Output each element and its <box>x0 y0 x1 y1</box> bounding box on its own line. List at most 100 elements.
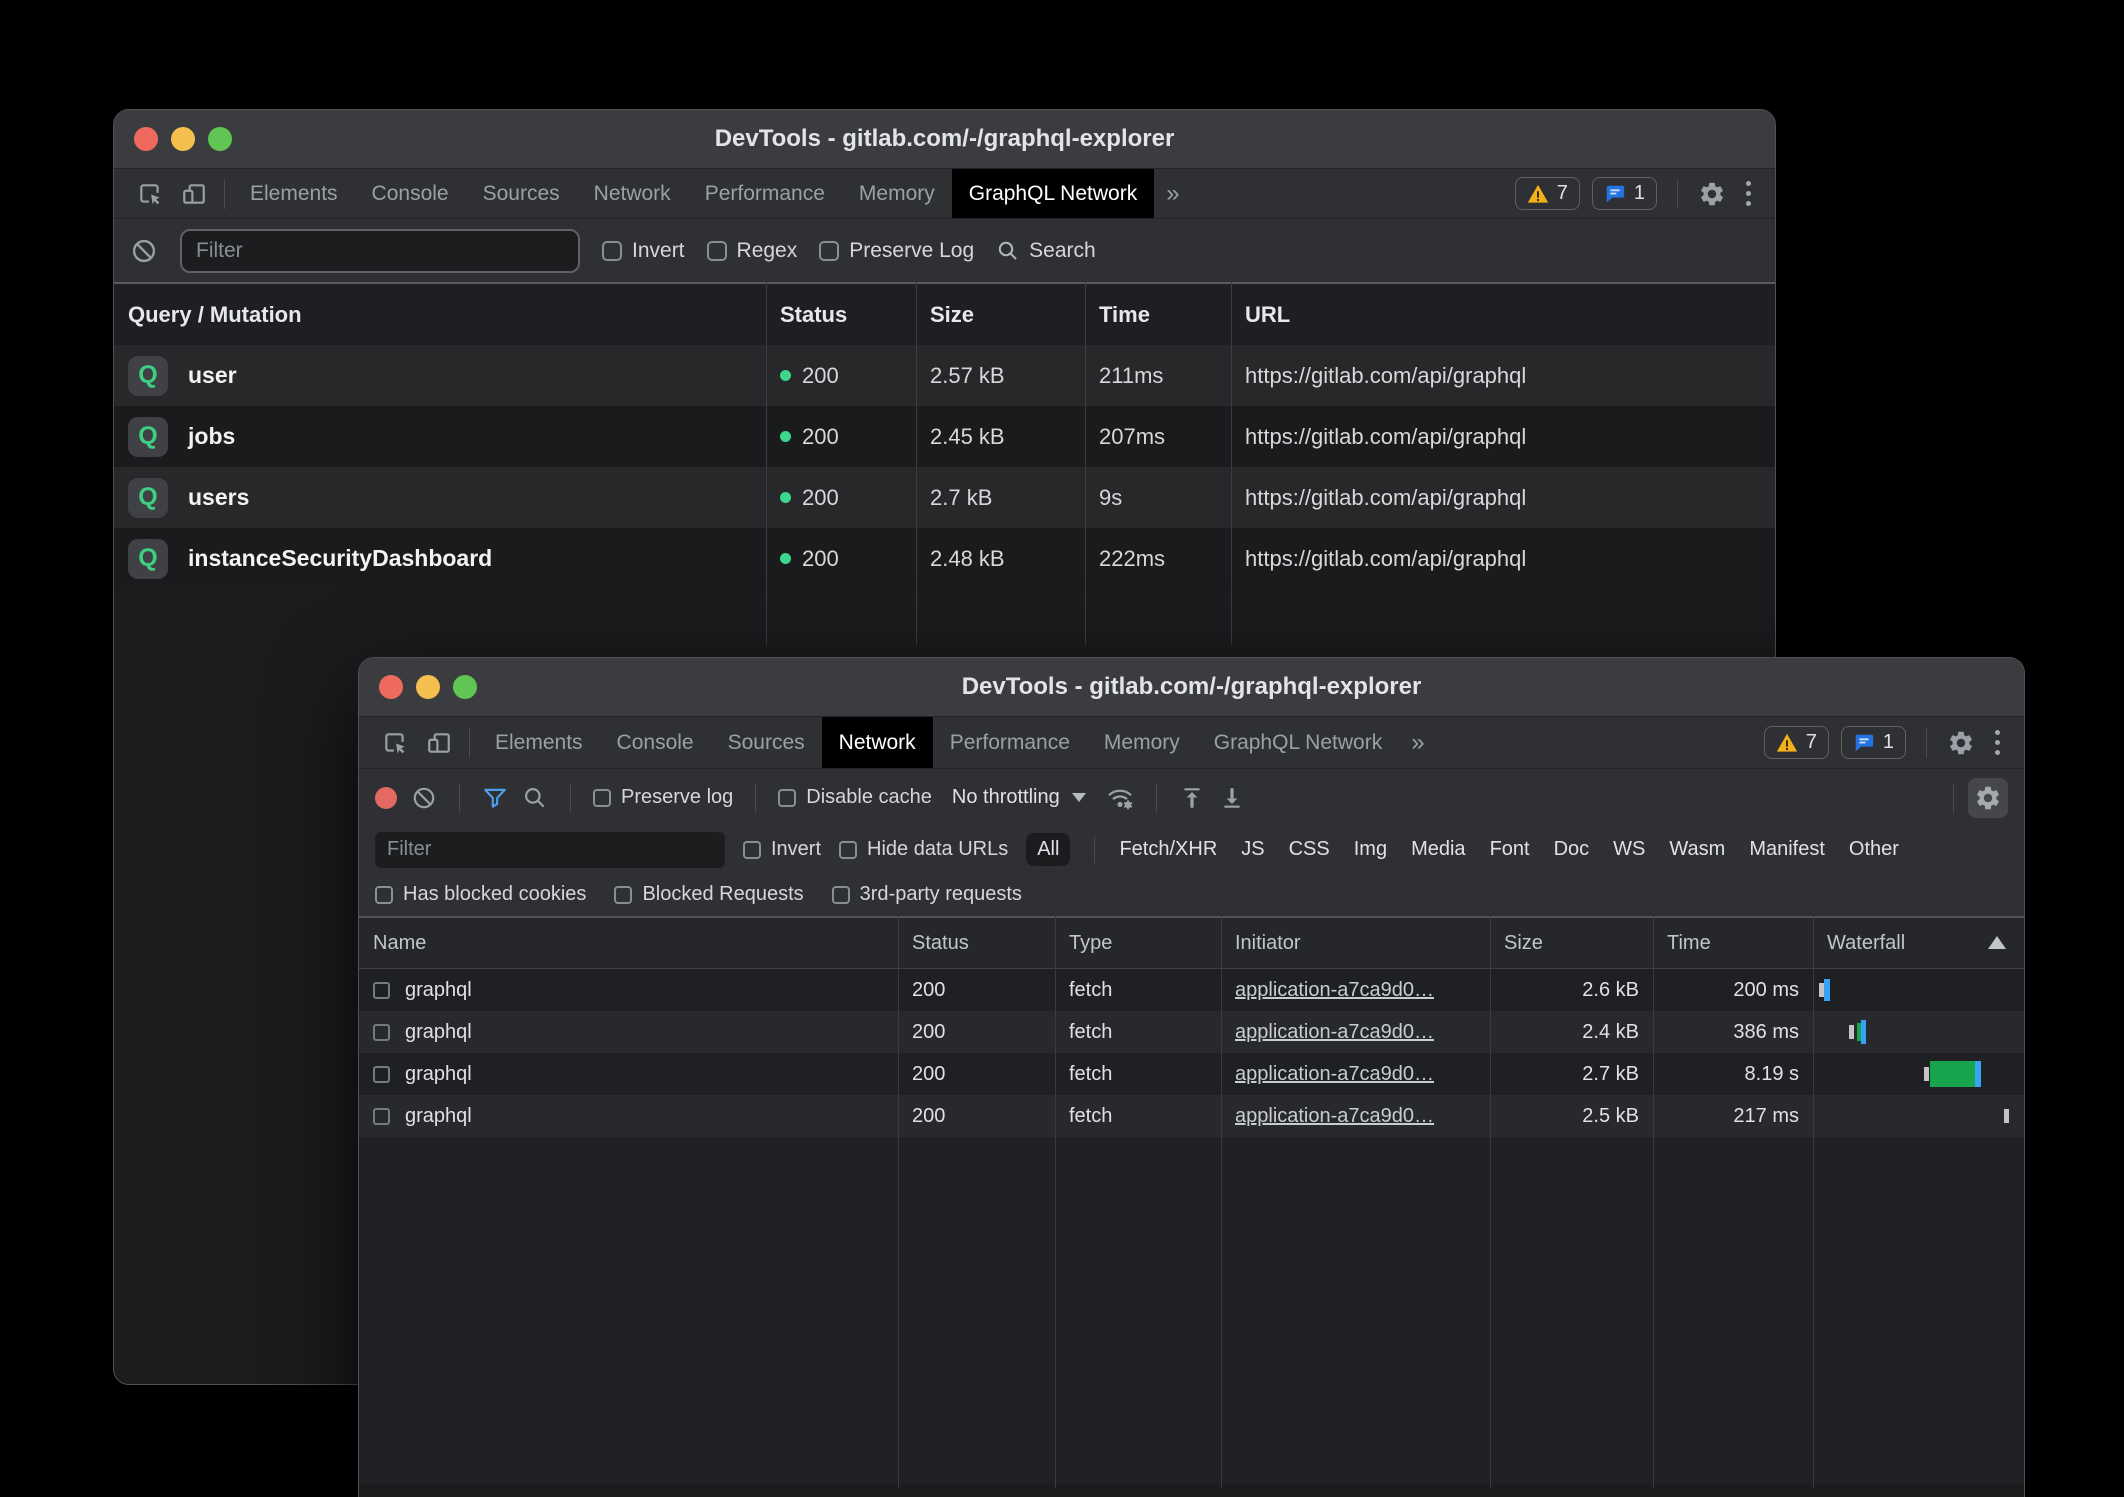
issues-badge[interactable]: 1 <box>1592 177 1657 210</box>
search-button[interactable]: Search <box>996 239 1096 263</box>
col-query-mutation[interactable]: Query / Mutation <box>114 284 766 345</box>
search-icon[interactable] <box>522 785 548 811</box>
network-conditions-icon[interactable] <box>1106 784 1134 812</box>
more-options-button[interactable] <box>1738 181 1759 206</box>
table-row[interactable]: graphql 200 fetch application-a7ca9d0… 2… <box>359 969 2024 1011</box>
invert-checkbox[interactable] <box>743 841 761 859</box>
clear-icon[interactable] <box>411 785 437 811</box>
blocked-requests-group[interactable]: Blocked Requests <box>614 883 803 906</box>
zoom-button[interactable] <box>453 675 477 699</box>
col-status[interactable]: Status <box>766 284 916 345</box>
table-row[interactable]: Qjobs 200 2.45 kB 207ms https://gitlab.c… <box>114 406 1775 467</box>
table-row[interactable]: graphql 200 fetch application-a7ca9d0… 2… <box>359 1011 2024 1053</box>
type-filter-doc[interactable]: Doc <box>1554 838 1590 861</box>
throttling-select[interactable]: No throttling <box>946 786 1092 809</box>
export-har-icon[interactable] <box>1219 785 1245 811</box>
regex-checkbox-group[interactable]: Regex <box>707 239 798 263</box>
initiator-link[interactable]: application-a7ca9d0… <box>1235 1021 1434 1044</box>
col-size[interactable]: Size <box>916 284 1085 345</box>
tab-performance[interactable]: Performance <box>688 169 842 218</box>
warnings-badge[interactable]: 7 <box>1515 177 1580 210</box>
column-divider[interactable] <box>1055 916 1056 1488</box>
disable-cache-group[interactable]: Disable cache <box>778 786 932 809</box>
tab-performance[interactable]: Performance <box>933 717 1087 768</box>
column-divider[interactable] <box>766 282 767 645</box>
minimize-button[interactable] <box>416 675 440 699</box>
column-divider[interactable] <box>1490 916 1491 1488</box>
initiator-link[interactable]: application-a7ca9d0… <box>1235 1105 1434 1128</box>
initiator-link[interactable]: application-a7ca9d0… <box>1235 979 1434 1002</box>
preserve-log-checkbox[interactable] <box>593 789 611 807</box>
titlebar[interactable]: DevTools - gitlab.com/-/graphql-explorer <box>114 110 1775 168</box>
clear-icon[interactable] <box>130 237 158 265</box>
issues-badge[interactable]: 1 <box>1841 726 1906 759</box>
tab-sources[interactable]: Sources <box>466 169 577 218</box>
tab-console[interactable]: Console <box>600 717 711 768</box>
col-time[interactable]: Time <box>1085 284 1231 345</box>
has-blocked-cookies-group[interactable]: Has blocked cookies <box>375 883 586 906</box>
type-filter-manifest[interactable]: Manifest <box>1749 838 1825 861</box>
tab-graphql-network[interactable]: GraphQL Network <box>952 169 1154 218</box>
import-har-icon[interactable] <box>1179 785 1205 811</box>
settings-button[interactable] <box>1947 729 1975 757</box>
tab-memory[interactable]: Memory <box>1087 717 1197 768</box>
col-size[interactable]: Size <box>1490 918 1653 968</box>
tab-memory[interactable]: Memory <box>842 169 952 218</box>
close-button[interactable] <box>134 127 158 151</box>
table-row[interactable]: graphql 200 fetch application-a7ca9d0… 2… <box>359 1095 2024 1137</box>
type-filter-font[interactable]: Font <box>1490 838 1530 861</box>
more-tabs-chevron[interactable]: » <box>1399 717 1436 768</box>
tab-console[interactable]: Console <box>355 169 466 218</box>
initiator-link[interactable]: application-a7ca9d0… <box>1235 1063 1434 1086</box>
third-party-requests-checkbox[interactable] <box>832 886 850 904</box>
col-type[interactable]: Type <box>1055 918 1221 968</box>
col-initiator[interactable]: Initiator <box>1221 918 1490 968</box>
tab-network[interactable]: Network <box>822 717 933 768</box>
col-name[interactable]: Name <box>359 918 898 968</box>
zoom-button[interactable] <box>208 127 232 151</box>
disable-cache-checkbox[interactable] <box>778 789 796 807</box>
type-filter-wasm[interactable]: Wasm <box>1669 838 1725 861</box>
hide-data-urls-checkbox[interactable] <box>839 841 857 859</box>
record-button[interactable] <box>375 787 397 809</box>
minimize-button[interactable] <box>171 127 195 151</box>
warnings-badge[interactable]: 7 <box>1764 726 1829 759</box>
type-filter-js[interactable]: JS <box>1241 838 1264 861</box>
table-row[interactable]: Qusers 200 2.7 kB 9s https://gitlab.com/… <box>114 467 1775 528</box>
network-filter-input[interactable] <box>375 832 725 868</box>
column-divider[interactable] <box>1085 282 1086 645</box>
table-row[interactable]: QinstanceSecurityDashboard 200 2.48 kB 2… <box>114 528 1775 589</box>
hide-data-urls-group[interactable]: Hide data URLs <box>839 838 1008 861</box>
network-settings-button[interactable] <box>1968 778 2008 818</box>
preserve-log-group[interactable]: Preserve log <box>593 786 733 809</box>
type-filter-ws[interactable]: WS <box>1613 838 1645 861</box>
column-divider[interactable] <box>1231 282 1232 645</box>
close-button[interactable] <box>379 675 403 699</box>
filter-input[interactable] <box>180 229 580 273</box>
tab-graphql-network[interactable]: GraphQL Network <box>1197 717 1399 768</box>
col-time[interactable]: Time <box>1653 918 1813 968</box>
tab-elements[interactable]: Elements <box>233 169 355 218</box>
column-divider[interactable] <box>1813 916 1814 1488</box>
inspect-element-button[interactable] <box>128 169 172 218</box>
col-url[interactable]: URL <box>1231 284 1775 345</box>
preserve-log-checkbox-group[interactable]: Preserve Log <box>819 239 974 263</box>
column-divider[interactable] <box>898 916 899 1488</box>
row-checkbox[interactable] <box>373 1066 390 1083</box>
filter-icon[interactable] <box>482 785 508 811</box>
invert-checkbox[interactable] <box>602 241 622 261</box>
row-checkbox[interactable] <box>373 982 390 999</box>
inspect-element-button[interactable] <box>373 717 417 768</box>
tab-elements[interactable]: Elements <box>478 717 600 768</box>
type-filter-img[interactable]: Img <box>1354 838 1387 861</box>
type-filter-other[interactable]: Other <box>1849 838 1899 861</box>
table-row[interactable]: graphql 200 fetch application-a7ca9d0… 2… <box>359 1053 2024 1095</box>
row-checkbox[interactable] <box>373 1024 390 1041</box>
regex-checkbox[interactable] <box>707 241 727 261</box>
type-filter-css[interactable]: CSS <box>1289 838 1330 861</box>
type-filter-all[interactable]: All <box>1026 833 1070 866</box>
invert-group[interactable]: Invert <box>743 838 821 861</box>
type-filter-media[interactable]: Media <box>1411 838 1465 861</box>
col-status[interactable]: Status <box>898 918 1055 968</box>
has-blocked-cookies-checkbox[interactable] <box>375 886 393 904</box>
